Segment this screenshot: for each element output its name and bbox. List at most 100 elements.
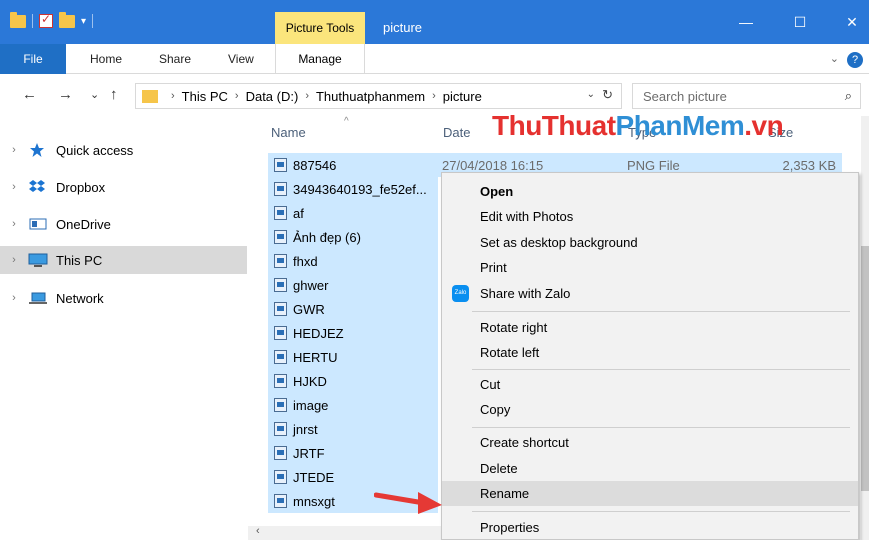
menu-item-rotate-right[interactable]: Rotate right (442, 315, 858, 340)
chevron-right-icon[interactable]: › (0, 181, 28, 193)
maximize-button[interactable]: ☐ (780, 14, 820, 31)
file-row[interactable]: HERTU (268, 345, 438, 369)
folder-icon[interactable] (10, 11, 26, 28)
file-row[interactable]: image (268, 393, 438, 417)
title-bar: ▾ Picture Tools picture — ☐ ✕ (0, 0, 869, 44)
column-headers: ^ Name Date Type Size ThuThuatPhanMem.vn (248, 110, 869, 152)
watermark-part: ThuThuat (492, 110, 616, 141)
chevron-right-icon[interactable]: › (0, 254, 28, 266)
chevron-right-icon[interactable]: › (0, 144, 28, 156)
sidebar-item-dropbox[interactable]: › Dropbox (0, 173, 247, 201)
menu-item-rename[interactable]: Rename (442, 481, 858, 506)
sort-ascending-icon: ^ (344, 116, 349, 127)
file-type: PNG File (627, 157, 680, 173)
menu-item-open[interactable]: Open (442, 179, 858, 204)
help-icon[interactable]: ? (847, 52, 863, 68)
menu-item-properties[interactable]: Properties (442, 515, 858, 540)
menu-item-delete[interactable]: Delete (442, 456, 858, 481)
chevron-right-icon[interactable]: › (432, 90, 436, 102)
chevron-left-icon[interactable]: ‹ (256, 525, 260, 537)
image-file-icon (274, 398, 287, 412)
menu-item-rotate-left[interactable]: Rotate left (442, 340, 858, 365)
tab-manage[interactable]: Manage (275, 44, 365, 74)
sidebar-item-this-pc[interactable]: › This PC (0, 246, 247, 274)
file-date: 27/04/2018 16:15 (442, 157, 544, 173)
minimize-button[interactable]: — (726, 14, 766, 30)
file-row[interactable]: Ảnh đẹp (6) (268, 225, 438, 249)
scrollbar-thumb[interactable] (861, 246, 869, 491)
divider (32, 14, 33, 28)
expand-ribbon-icon[interactable]: ⌄ (830, 52, 839, 65)
breadcrumb-this-pc[interactable]: This PC (182, 89, 228, 104)
file-name: fhxd (293, 253, 318, 269)
menu-item-print[interactable]: Print (442, 255, 858, 280)
file-name: HEDJEZ (293, 325, 344, 341)
menu-item-create-shortcut[interactable]: Create shortcut (442, 430, 858, 455)
search-icon[interactable]: ⌕ (845, 88, 852, 104)
back-button[interactable]: ← (22, 86, 37, 103)
recent-locations-button[interactable]: ⌄ (90, 88, 99, 101)
tab-view[interactable]: View (228, 52, 254, 66)
properties-check-icon[interactable] (39, 12, 53, 28)
file-row[interactable]: GWR (268, 297, 438, 321)
menu-item-edit-with-photos[interactable]: Edit with Photos (442, 204, 858, 229)
image-file-icon (274, 182, 287, 196)
column-date[interactable]: Date (443, 125, 470, 140)
tab-share[interactable]: Share (159, 52, 191, 66)
tab-file[interactable]: File (0, 44, 66, 74)
chevron-right-icon[interactable]: › (0, 218, 28, 230)
image-file-icon (274, 494, 287, 508)
up-button[interactable]: ↑ (110, 86, 118, 103)
chevron-right-icon[interactable]: › (0, 292, 28, 304)
dropbox-icon (28, 179, 50, 195)
file-name: image (293, 397, 329, 413)
search-input[interactable]: Search picture ⌕ (632, 83, 861, 109)
vertical-scrollbar[interactable] (861, 116, 869, 540)
breadcrumb-data-drive[interactable]: Data (D:) (246, 89, 299, 104)
file-name: mnsxgt (293, 493, 335, 509)
menu-divider (472, 427, 850, 428)
file-row[interactable]: 34943640193_fe52ef... (268, 177, 438, 201)
chevron-down-icon[interactable]: ⌄ (587, 89, 595, 100)
close-button[interactable]: ✕ (832, 14, 869, 31)
customize-dropdown-icon[interactable]: ▾ (81, 16, 86, 27)
file-row[interactable]: fhxd (268, 249, 438, 273)
chevron-right-icon[interactable]: › (171, 90, 175, 102)
star-icon (28, 142, 50, 158)
column-name[interactable]: Name (271, 125, 306, 140)
forward-button[interactable]: → (58, 86, 73, 103)
file-name: jnrst (293, 421, 318, 437)
file-row[interactable]: JRTF (268, 441, 438, 465)
context-menu: Open Edit with Photos Set as desktop bac… (441, 172, 859, 540)
divider (92, 14, 94, 28)
tab-home[interactable]: Home (90, 52, 122, 66)
annotation-arrow-icon (374, 492, 442, 514)
breadcrumb-picture[interactable]: picture (443, 89, 482, 104)
menu-item-share-with-zalo[interactable]: Zalo Share with Zalo (442, 281, 858, 306)
menu-item-set-desktop-background[interactable]: Set as desktop background (442, 230, 858, 255)
file-name: ghwer (293, 277, 329, 293)
file-name: 34943640193_fe52ef... (293, 181, 427, 197)
horizontal-scrollbar[interactable]: ‹ (248, 525, 448, 540)
pc-icon (28, 252, 50, 268)
chevron-right-icon[interactable]: › (235, 90, 239, 102)
sidebar-item-quick-access[interactable]: › Quick access (0, 136, 247, 164)
sidebar-item-network[interactable]: › Network (0, 284, 247, 312)
menu-divider (472, 311, 850, 312)
sidebar-item-label: OneDrive (56, 216, 111, 232)
address-bar[interactable]: › This PC › Data (D:) › Thuthuatphanmem … (135, 83, 622, 109)
menu-item-copy[interactable]: Copy (442, 397, 858, 422)
file-row[interactable]: HJKD (268, 369, 438, 393)
breadcrumb-thuthuatphanmem[interactable]: Thuthuatphanmem (316, 89, 425, 104)
file-row[interactable]: ghwer (268, 273, 438, 297)
sidebar-item-onedrive[interactable]: › OneDrive (0, 210, 247, 238)
file-row[interactable]: HEDJEZ (268, 321, 438, 345)
file-row[interactable]: jnrst (268, 417, 438, 441)
image-file-icon (274, 254, 287, 268)
image-file-icon (274, 470, 287, 484)
chevron-right-icon[interactable]: › (305, 90, 309, 102)
menu-item-cut[interactable]: Cut (442, 372, 858, 397)
new-folder-icon[interactable] (59, 11, 75, 28)
file-row[interactable]: af (268, 201, 438, 225)
refresh-icon[interactable]: ↻ (602, 87, 613, 103)
